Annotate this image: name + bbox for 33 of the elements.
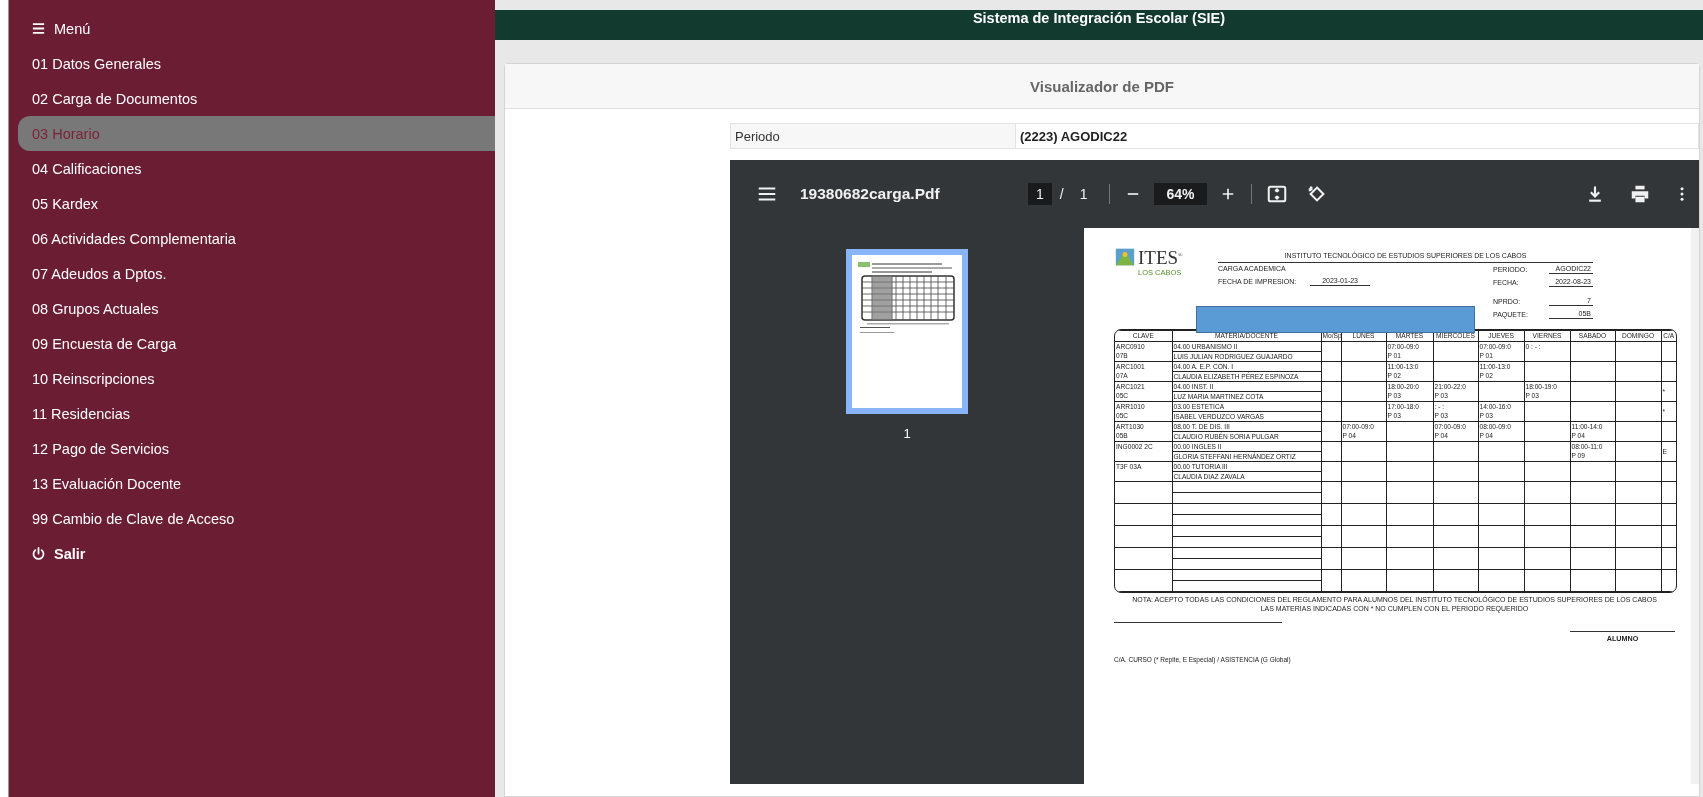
sidebar-item[interactable]: 02 Carga de Documentos [9, 81, 495, 116]
zoom-field[interactable]: 64% [1154, 183, 1207, 205]
sidebar-item[interactable]: 05 Kardex [9, 186, 495, 221]
page-count: 1 [1079, 186, 1088, 202]
sidebar-item[interactable]: 01 Datos Generales [9, 46, 495, 81]
scrollbar[interactable] [1691, 228, 1699, 784]
sidebar-item[interactable]: 09 Encuesta de Carga [9, 326, 495, 361]
period-label: Periodo [731, 124, 1016, 148]
app-title: Sistema de Integración Escolar (SIE) [972, 10, 1226, 26]
page-separator: / [1059, 186, 1064, 202]
menu-icon [31, 21, 46, 36]
logo-text: ITES$^{®}$ [1138, 246, 1183, 269]
logo-icon [1114, 246, 1136, 267]
sidebar-item[interactable]: 11 Residencias [9, 396, 495, 431]
sidebar-item[interactable]: 04 Calificaciones [9, 151, 495, 186]
sidebar-item[interactable]: 12 Pago de Servicios [9, 431, 495, 466]
logout-button[interactable]: Salir [9, 536, 495, 571]
print-icon[interactable] [1629, 183, 1651, 205]
sidebar-item[interactable]: 08 Grupos Actuales [9, 291, 495, 326]
period-value: (2223) AGODIC22 [1019, 127, 1128, 146]
sidebar-item[interactable]: 13 Evaluación Docente [9, 466, 495, 501]
card-title: Visualizador de PDF [1030, 77, 1174, 95]
fit-page-icon[interactable] [1265, 183, 1288, 205]
page-field[interactable]: 1 [1028, 183, 1052, 205]
sidebar-item[interactable]: 07 Adeudos a Dptos. [9, 256, 495, 291]
menu-button[interactable]: Menú [9, 11, 495, 46]
power-icon [31, 546, 46, 561]
sidebar-item[interactable]: 10 Reinscripciones [9, 361, 495, 396]
file-name: 19380682carga.Pdf [800, 185, 941, 203]
page-thumbnail[interactable] [846, 249, 968, 414]
sidebar-item[interactable]: 06 Actividades Complementaria [9, 221, 495, 256]
sidebar-item[interactable]: 99 Cambio de Clave de Acceso [9, 501, 495, 536]
thumbnail-label: 1 [903, 426, 911, 441]
